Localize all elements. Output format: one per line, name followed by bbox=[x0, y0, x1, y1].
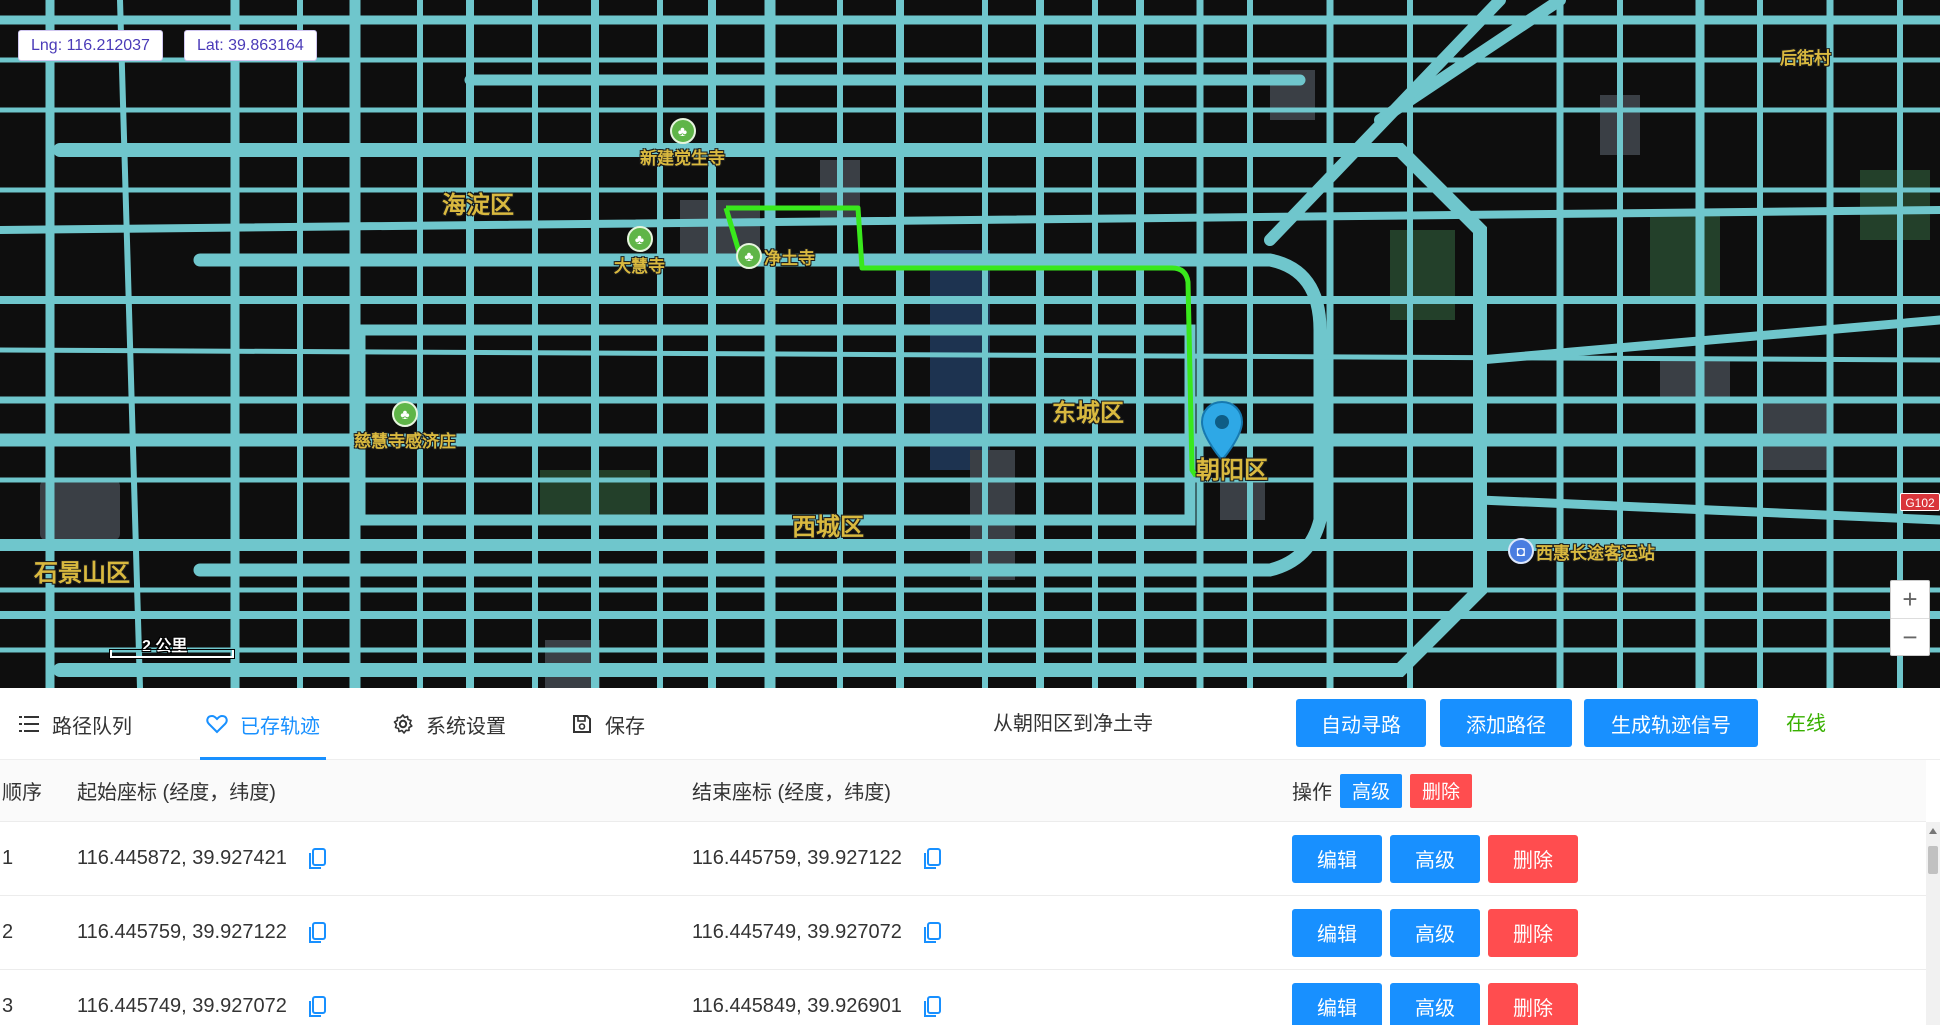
copy-icon[interactable] bbox=[307, 847, 329, 871]
poi-cihui-temple[interactable]: ♣ 慈慧寺感济庄 bbox=[354, 401, 456, 452]
edit-button[interactable]: 编辑 bbox=[1292, 908, 1382, 957]
park-icon: ♣ bbox=[392, 401, 418, 427]
row-index: 2 bbox=[2, 921, 14, 943]
path-table: 顺序 起始座标 (经度，纬度) 结束座标 (经度，纬度) 操作 高级 删除 1 … bbox=[0, 760, 1926, 1025]
map-canvas[interactable] bbox=[0, 0, 1940, 688]
copy-icon[interactable] bbox=[307, 921, 329, 945]
list-icon bbox=[18, 713, 40, 735]
tab-label: 路径队列 bbox=[52, 715, 132, 738]
end-coord-value: 116.445759, 39.927122 bbox=[692, 847, 902, 869]
row-start-coord: 116.445749, 39.927072 bbox=[77, 970, 329, 1025]
bulk-delete-button[interactable]: 删除 bbox=[1410, 773, 1473, 808]
tab-label: 保存 bbox=[605, 715, 645, 738]
bulk-advanced-button[interactable]: 高级 bbox=[1340, 773, 1403, 808]
edit-button[interactable]: 编辑 bbox=[1292, 982, 1382, 1025]
end-coord-value: 116.445849, 39.926901 bbox=[692, 995, 902, 1017]
row-start-coord: 116.445872, 39.927421 bbox=[77, 822, 329, 895]
auto-route-button[interactable]: 自动寻路 bbox=[1296, 699, 1426, 747]
generate-signal-button[interactable]: 生成轨迹信号 bbox=[1584, 699, 1758, 747]
row-end-coord: 116.445749, 39.927072 bbox=[692, 896, 944, 969]
district-label-xicheng: 西城区 bbox=[792, 514, 864, 541]
row-actions: 编辑 高级 删除 bbox=[1292, 822, 1578, 895]
poi-bus-station[interactable]: ◘ 西惠长途客运站 bbox=[1508, 538, 1655, 564]
place-label-houjiecun: 后街村 bbox=[1780, 49, 1831, 68]
park-icon: ♣ bbox=[626, 226, 653, 252]
row-end-coord: 116.445849, 39.926901 bbox=[692, 970, 944, 1025]
start-coord-value: 116.445759, 39.927122 bbox=[77, 921, 287, 943]
delete-button[interactable]: 删除 bbox=[1488, 982, 1578, 1025]
row-index: 1 bbox=[2, 847, 14, 869]
start-coord-value: 116.445872, 39.927421 bbox=[77, 847, 287, 869]
poi-juesheng-temple[interactable]: ♣ 新建觉生寺 bbox=[640, 118, 725, 169]
advanced-button[interactable]: 高级 bbox=[1390, 908, 1480, 957]
table-row: 2 116.445759, 39.927122 116.445749, 39.9… bbox=[0, 896, 1926, 970]
scroll-up-arrow-icon[interactable] bbox=[1929, 828, 1937, 834]
copy-icon[interactable] bbox=[922, 995, 944, 1019]
highway-shield: G102 bbox=[1900, 493, 1940, 511]
zoom-in-button[interactable]: + bbox=[1891, 581, 1929, 618]
advanced-button[interactable]: 高级 bbox=[1390, 834, 1480, 883]
poi-dahui-temple[interactable]: ♣ 大慧寺 bbox=[614, 226, 665, 277]
district-label-shijingshan: 石景山区 bbox=[34, 560, 130, 587]
table-header: 顺序 起始座标 (经度，纬度) 结束座标 (经度，纬度) 操作 高级 删除 bbox=[0, 760, 1926, 822]
tab-path-queue[interactable]: 路径队列 bbox=[18, 688, 132, 760]
header-end-coord: 结束座标 (经度，纬度) bbox=[692, 782, 891, 804]
table-scrollbar[interactable] bbox=[1926, 822, 1940, 1025]
poi-label: 西惠长途客运站 bbox=[1536, 543, 1655, 563]
copy-icon[interactable] bbox=[307, 995, 329, 1019]
route-title: 从朝阳区到净土寺 bbox=[993, 713, 1153, 735]
heart-icon bbox=[206, 713, 228, 735]
tab-saved-tracks[interactable]: 已存轨迹 bbox=[200, 688, 326, 760]
header-index: 顺序 bbox=[2, 782, 42, 804]
district-label-haidian: 海淀区 bbox=[442, 192, 514, 219]
tab-save[interactable]: 保存 bbox=[571, 688, 645, 760]
save-icon bbox=[571, 713, 593, 735]
end-coord-value: 116.445749, 39.927072 bbox=[692, 921, 902, 943]
map-scale-bar: 2 公里 bbox=[110, 632, 234, 662]
bottom-toolbar: 路径队列 已存轨迹 系统设置 保存 从朝阳区到净土寺 自动寻路 添加路径 生成轨… bbox=[0, 688, 1940, 760]
poi-jingtu-temple[interactable]: ♣ 净土寺 bbox=[736, 243, 815, 269]
header-start-coord: 起始座标 (经度，纬度) bbox=[77, 782, 276, 804]
scrollbar-thumb[interactable] bbox=[1928, 846, 1938, 874]
app-root: Lng: 116.212037 Lat: 39.863164 海淀区 东城区 西… bbox=[0, 0, 1940, 1025]
poi-label: 净土寺 bbox=[764, 248, 815, 268]
tab-label: 已存轨迹 bbox=[240, 715, 320, 738]
add-path-button[interactable]: 添加路径 bbox=[1440, 699, 1572, 747]
district-label-chaoyang: 朝阳区 bbox=[1196, 457, 1268, 484]
park-icon: ♣ bbox=[736, 243, 762, 269]
start-coord-value: 116.445749, 39.927072 bbox=[77, 995, 287, 1017]
row-actions: 编辑 高级 删除 bbox=[1292, 970, 1578, 1025]
bus-station-icon: ◘ bbox=[1508, 538, 1534, 564]
map-view[interactable]: Lng: 116.212037 Lat: 39.863164 海淀区 东城区 西… bbox=[0, 0, 1940, 688]
advanced-button[interactable]: 高级 bbox=[1390, 982, 1480, 1025]
latitude-readout: Lat: 39.863164 bbox=[184, 30, 317, 61]
table-row: 1 116.445872, 39.927421 116.445759, 39.9… bbox=[0, 822, 1926, 896]
table-row: 3 116.445749, 39.927072 116.445849, 39.9… bbox=[0, 970, 1926, 1025]
poi-label: 新建觉生寺 bbox=[640, 149, 725, 168]
row-actions: 编辑 高级 删除 bbox=[1292, 896, 1578, 969]
edit-button[interactable]: 编辑 bbox=[1292, 834, 1382, 883]
poi-label: 大慧寺 bbox=[614, 257, 665, 276]
delete-button[interactable]: 删除 bbox=[1488, 908, 1578, 957]
tab-system-settings[interactable]: 系统设置 bbox=[392, 688, 506, 760]
zoom-control: + − bbox=[1890, 580, 1930, 656]
park-icon: ♣ bbox=[669, 118, 696, 144]
copy-icon[interactable] bbox=[922, 921, 944, 945]
zoom-out-button[interactable]: − bbox=[1891, 618, 1929, 655]
scale-line bbox=[110, 650, 234, 658]
gear-icon bbox=[392, 713, 414, 735]
copy-icon[interactable] bbox=[922, 847, 944, 871]
district-label-dongcheng: 东城区 bbox=[1052, 400, 1124, 427]
tab-label: 系统设置 bbox=[426, 715, 506, 738]
header-ops: 操作 高级 删除 bbox=[1292, 760, 1473, 821]
row-end-coord: 116.445759, 39.927122 bbox=[692, 822, 944, 895]
connection-status: 在线 bbox=[1786, 713, 1826, 735]
row-index: 3 bbox=[2, 995, 14, 1017]
poi-label: 慈慧寺感济庄 bbox=[354, 432, 456, 451]
longitude-readout: Lng: 116.212037 bbox=[18, 30, 163, 61]
row-start-coord: 116.445759, 39.927122 bbox=[77, 896, 329, 969]
header-ops-label: 操作 bbox=[1292, 782, 1332, 804]
delete-button[interactable]: 删除 bbox=[1488, 834, 1578, 883]
